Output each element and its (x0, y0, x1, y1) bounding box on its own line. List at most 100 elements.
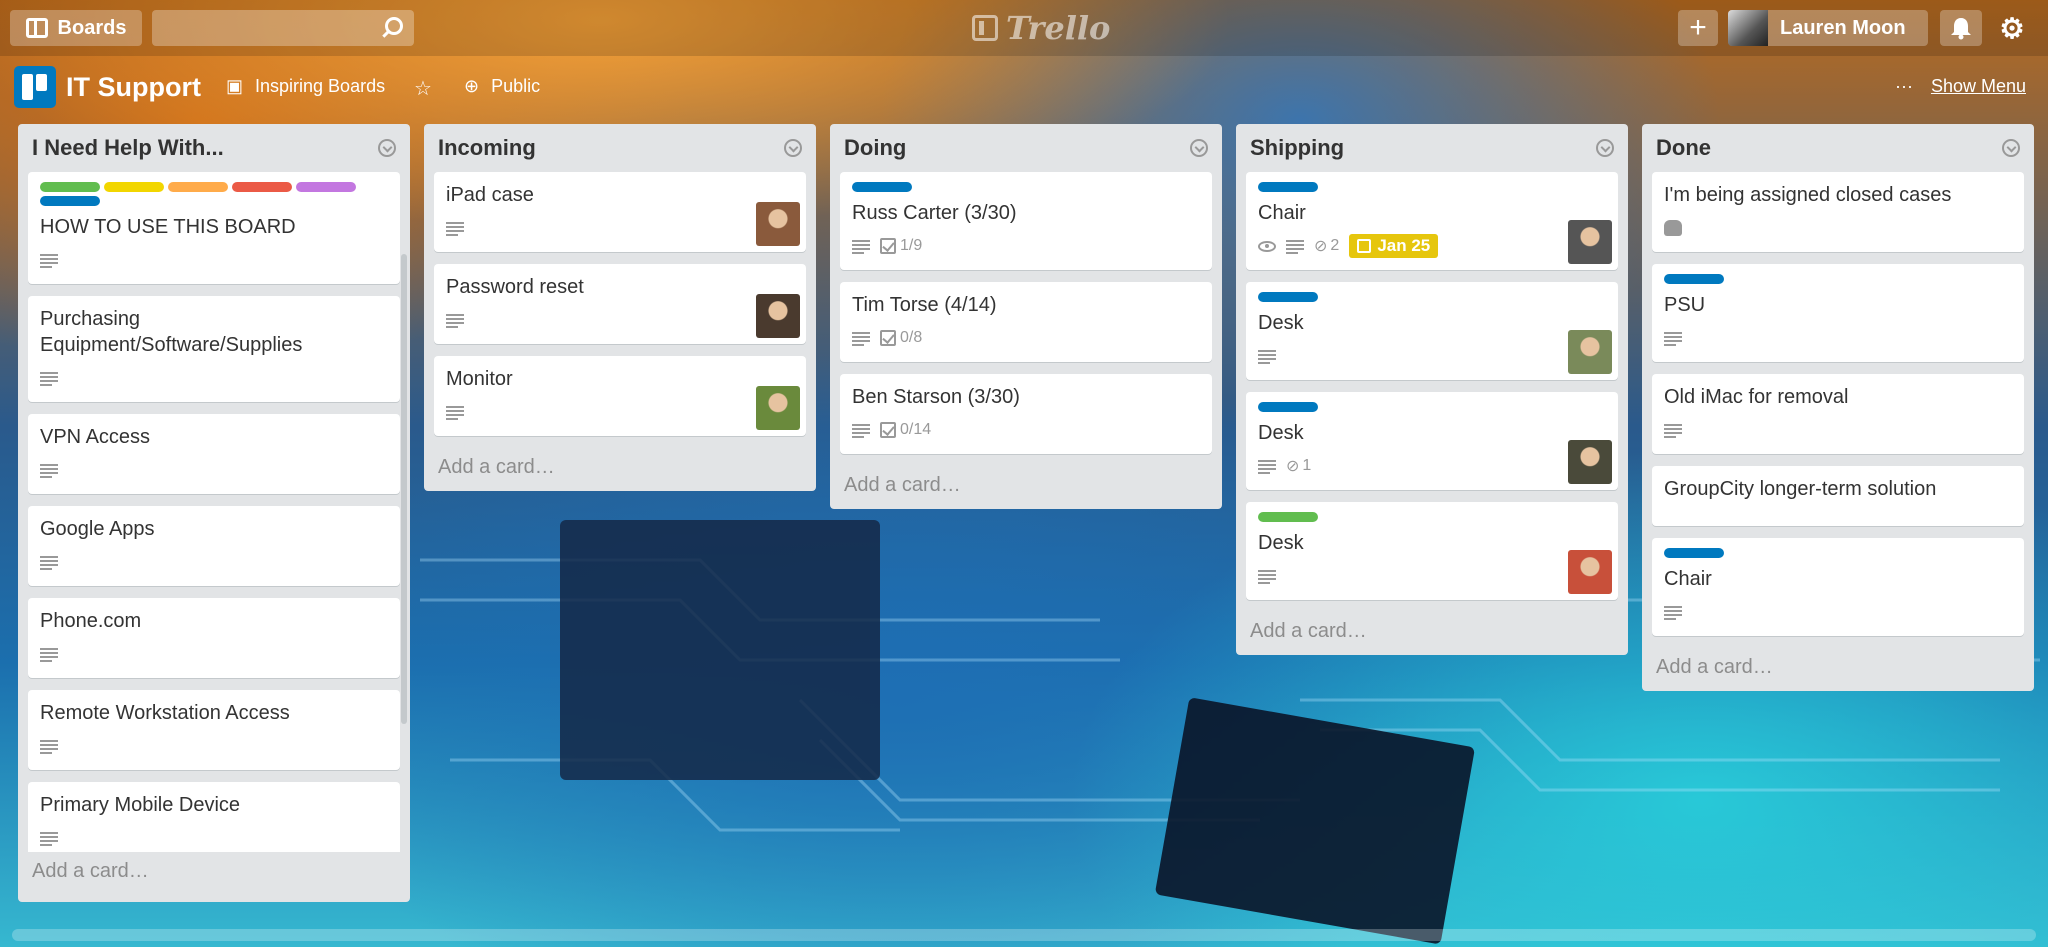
list-title[interactable]: Done (1656, 135, 1711, 161)
card-title: Remote Workstation Access (40, 702, 290, 724)
member-avatar[interactable] (1568, 330, 1612, 374)
card-badges: ⊘ 2 Jan 25 (1258, 234, 1606, 258)
card[interactable]: I'm being assigned closed cases (1652, 172, 2024, 252)
show-menu-link[interactable]: Show Menu (1931, 76, 2026, 97)
checklist-icon (880, 422, 896, 438)
card[interactable]: Tim Torse (4/14) 0/8 (840, 282, 1212, 362)
card[interactable]: Russ Carter (3/30) 1/9 (840, 172, 1212, 270)
list-title[interactable]: I Need Help With... (32, 135, 224, 161)
card[interactable]: VPN Access (28, 414, 400, 494)
member-avatar[interactable] (756, 202, 800, 246)
card-label[interactable] (1258, 182, 1318, 192)
list-menu-icon[interactable] (2002, 139, 2020, 157)
list-menu-icon[interactable] (378, 139, 396, 157)
card[interactable]: Desk ⊘ 1 (1246, 392, 1618, 490)
card-label[interactable] (296, 182, 356, 192)
search-input[interactable] (152, 10, 414, 46)
checklist-count: 0/14 (900, 421, 932, 438)
bell-icon (1951, 18, 1971, 40)
card-badges (446, 216, 794, 240)
boards-button[interactable]: Boards (10, 10, 142, 46)
star-icon: ☆ (414, 78, 432, 100)
card[interactable]: Purchasing Equipment/Software/Supplies (28, 296, 400, 402)
card-label[interactable] (852, 182, 912, 192)
card-badges (1258, 564, 1606, 588)
add-card-button[interactable]: Add a card… (1246, 612, 1618, 645)
card[interactable]: Chair ⊘ 2 Jan 25 (1246, 172, 1618, 270)
due-date-badge[interactable]: Jan 25 (1349, 234, 1439, 258)
list-menu-icon[interactable] (1596, 139, 1614, 157)
user-menu-button[interactable]: Lauren Moon (1728, 10, 1928, 46)
org-button[interactable]: ▣ Inspiring Boards (226, 76, 385, 97)
visibility-button[interactable]: ⊕ Public (464, 76, 540, 97)
list-title[interactable]: Doing (844, 135, 906, 161)
member-avatar[interactable] (756, 386, 800, 430)
list-menu-icon[interactable] (784, 139, 802, 157)
description-icon (852, 240, 870, 254)
add-card-button[interactable]: Add a card… (434, 448, 806, 481)
description-icon (852, 424, 870, 438)
list-title[interactable]: Incoming (438, 135, 536, 161)
add-card-button[interactable]: Add a card… (840, 466, 1212, 499)
member-avatar[interactable] (756, 294, 800, 338)
card[interactable]: Remote Workstation Access (28, 690, 400, 770)
card-title: Monitor (446, 368, 513, 390)
card-label[interactable] (104, 182, 164, 192)
card[interactable]: iPad case (434, 172, 806, 252)
member-avatar[interactable] (1568, 550, 1612, 594)
card[interactable]: Desk (1246, 282, 1618, 380)
card-container: Russ Carter (3/30) 1/9 Tim Torse (4/14) 0/8… (840, 172, 1212, 454)
list-title[interactable]: Shipping (1250, 135, 1344, 161)
card-label[interactable] (1258, 512, 1318, 522)
card[interactable]: Google Apps (28, 506, 400, 586)
card[interactable]: GroupCity longer-term solution (1652, 466, 2024, 526)
member-avatar[interactable] (1568, 440, 1612, 484)
member-avatar[interactable] (1568, 220, 1612, 264)
card-labels (1664, 548, 2012, 558)
card[interactable]: Primary Mobile Device (28, 782, 400, 852)
card[interactable]: Monitor (434, 356, 806, 436)
card[interactable]: HOW TO USE THIS BOARD (28, 172, 400, 284)
notifications-button[interactable] (1940, 10, 1982, 46)
checklist-icon (880, 238, 896, 254)
card-title: Purchasing Equipment/Software/Supplies (40, 308, 303, 356)
card[interactable]: Chair (1652, 538, 2024, 636)
create-button[interactable]: + (1678, 10, 1718, 46)
card-labels (1258, 292, 1606, 302)
horizontal-scrollbar[interactable] (12, 929, 2036, 941)
card[interactable]: Ben Starson (3/30) 0/14 (840, 374, 1212, 454)
card-labels (1258, 182, 1606, 192)
card[interactable]: Phone.com (28, 598, 400, 678)
chip-left (560, 520, 880, 780)
card-title: I'm being assigned closed cases (1664, 184, 1952, 206)
card[interactable]: Old iMac for removal (1652, 374, 2024, 454)
card-label[interactable] (40, 182, 100, 192)
add-card-button[interactable]: Add a card… (1652, 648, 2024, 681)
card-label[interactable] (1664, 548, 1724, 558)
star-button[interactable]: ☆ (414, 76, 432, 101)
card-label[interactable] (1258, 292, 1318, 302)
more-icon[interactable]: ··· (1895, 76, 1913, 97)
card-badges (1258, 344, 1606, 368)
card-container: Chair ⊘ 2 Jan 25 Desk Desk ⊘ 1 Desk (1246, 172, 1618, 600)
search-icon[interactable] (380, 17, 403, 39)
plus-icon: + (1689, 11, 1707, 44)
card-badges (1664, 600, 2012, 624)
card-label[interactable] (168, 182, 228, 192)
list-scrollbar[interactable] (401, 254, 407, 724)
card[interactable]: Desk (1246, 502, 1618, 600)
card-label[interactable] (40, 196, 100, 206)
card-title: Primary Mobile Device (40, 794, 241, 816)
list-menu-icon[interactable] (1190, 139, 1208, 157)
card-label[interactable] (1258, 402, 1318, 412)
card-label[interactable] (232, 182, 292, 192)
card[interactable]: Password reset (434, 264, 806, 344)
add-card-button[interactable]: Add a card… (28, 852, 400, 885)
trello-logo[interactable]: Trello (972, 8, 1110, 48)
card-label[interactable] (1664, 274, 1724, 284)
card[interactable]: PSU (1652, 264, 2024, 362)
card-title: HOW TO USE THIS BOARD (40, 216, 296, 238)
org-name: Inspiring Boards (255, 76, 386, 96)
board-title-button[interactable]: IT Support (14, 66, 201, 108)
settings-button[interactable]: ⚙ (1990, 10, 2034, 46)
